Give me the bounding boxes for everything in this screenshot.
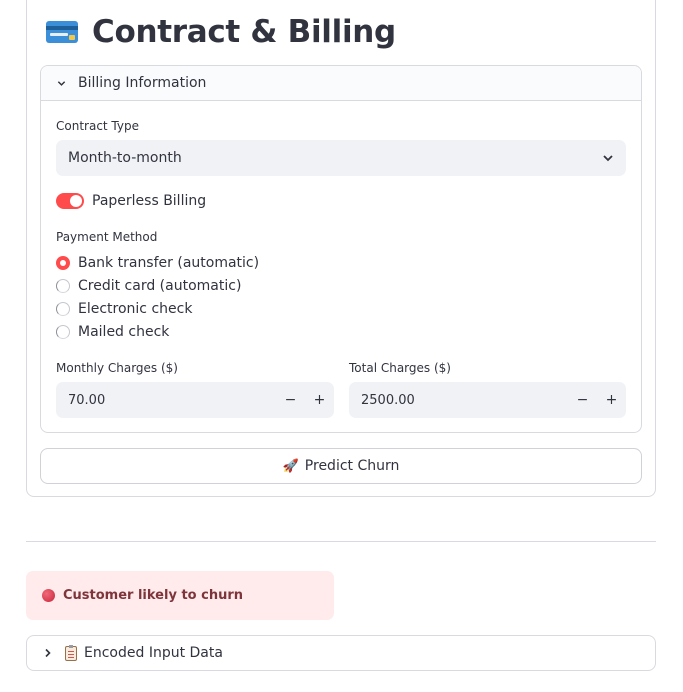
rocket-icon: 🚀 xyxy=(282,458,299,474)
divider xyxy=(26,541,656,542)
credit-card-icon xyxy=(46,21,78,43)
monthly-charges-increment-button[interactable]: + xyxy=(305,382,334,418)
payment-option-label: Bank transfer (automatic) xyxy=(78,255,260,271)
paperless-billing-toggle-row[interactable]: Paperless Billing xyxy=(56,192,206,210)
payment-option-bank-transfer[interactable]: Bank transfer (automatic) xyxy=(56,253,259,273)
payment-option-label: Mailed check xyxy=(78,324,170,340)
payment-option-label: Credit card (automatic) xyxy=(78,278,242,294)
monthly-charges-input[interactable]: 70.00 − + xyxy=(56,382,334,418)
radio-selected-icon[interactable] xyxy=(56,256,70,270)
billing-info-expander-header[interactable]: Billing Information xyxy=(41,66,641,101)
page-title: Contract & Billing xyxy=(92,14,396,50)
paperless-billing-label: Paperless Billing xyxy=(92,193,207,209)
radio-unselected-icon[interactable] xyxy=(56,279,70,293)
churn-result-text: Customer likely to churn xyxy=(63,588,244,603)
clipboard-icon xyxy=(65,644,77,661)
payment-method-label: Payment Method xyxy=(56,230,158,244)
total-charges-label: Total Charges ($) xyxy=(349,361,451,375)
payment-option-electronic-check[interactable]: Electronic check xyxy=(56,299,192,319)
encoded-input-expander-label: Encoded Input Data xyxy=(84,645,223,661)
red-circle-icon xyxy=(42,589,55,602)
monthly-charges-decrement-button[interactable]: − xyxy=(276,382,305,418)
contract-type-value: Month-to-month xyxy=(68,150,182,166)
predict-churn-button[interactable]: 🚀 Predict Churn xyxy=(40,448,642,484)
radio-unselected-icon[interactable] xyxy=(56,302,70,316)
radio-unselected-icon[interactable] xyxy=(56,325,70,339)
total-charges-increment-button[interactable]: + xyxy=(597,382,626,418)
total-charges-input[interactable]: 2500.00 − + xyxy=(349,382,626,418)
encoded-input-expander[interactable]: Encoded Input Data xyxy=(26,635,656,671)
predict-churn-label: Predict Churn xyxy=(304,458,400,474)
payment-option-credit-card[interactable]: Credit card (automatic) xyxy=(56,276,241,296)
page-header: Contract & Billing xyxy=(46,12,396,52)
contract-type-label: Contract Type xyxy=(56,119,139,133)
paperless-billing-toggle[interactable] xyxy=(56,193,84,209)
contract-type-select[interactable]: Month-to-month xyxy=(56,140,626,176)
monthly-charges-value[interactable]: 70.00 xyxy=(68,393,105,408)
total-charges-value[interactable]: 2500.00 xyxy=(361,393,415,408)
payment-option-mailed-check[interactable]: Mailed check xyxy=(56,322,169,342)
chevron-down-icon xyxy=(603,155,613,162)
billing-info-expander-label: Billing Information xyxy=(78,75,207,91)
monthly-charges-label: Monthly Charges ($) xyxy=(56,361,178,375)
payment-option-label: Electronic check xyxy=(78,301,193,317)
chevron-right-icon xyxy=(45,648,51,658)
chevron-down-icon xyxy=(57,80,66,86)
total-charges-decrement-button[interactable]: − xyxy=(568,382,597,418)
churn-result-alert: Customer likely to churn xyxy=(26,571,334,620)
